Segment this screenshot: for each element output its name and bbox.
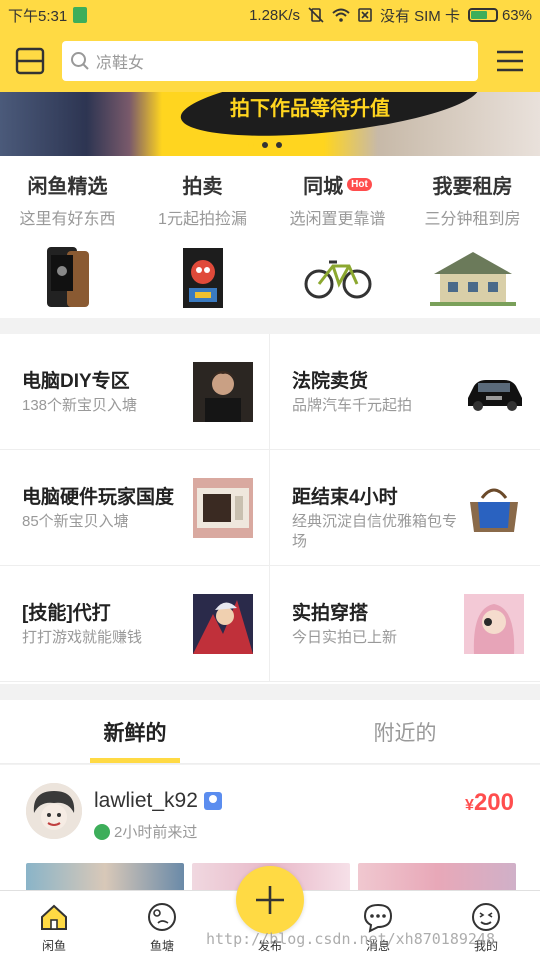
nav-label: 鱼塘 (149, 939, 174, 953)
watermark: http://blog.csdn.net/xh870189248 (206, 930, 495, 948)
price: ¥200 (465, 789, 514, 817)
top-bar: 凉鞋女 (0, 30, 540, 92)
painting-image (158, 243, 248, 313)
feature-subtitle: 选闲置更靠谱 (289, 211, 386, 228)
handbag-image (470, 488, 518, 532)
pond-card[interactable]: 法院卖货 品牌汽车千元起拍 (270, 334, 540, 450)
pond-title: 电脑DIY专区 (22, 371, 130, 392)
search-input[interactable]: 凉鞋女 (62, 41, 478, 81)
carousel-indicator (248, 142, 282, 148)
scan-button[interactable] (12, 43, 48, 79)
feature-title: 我要租房 (432, 176, 513, 198)
pond-card[interactable]: 距结束4小时 经典沉淀自信优雅箱包专场 (270, 450, 540, 566)
nav-profile[interactable]: 我的 (432, 891, 540, 960)
banner-carousel[interactable]: 拍下作品等待升值 (0, 92, 540, 156)
no-sim-icon (358, 8, 372, 22)
pond-subtitle: 85个新宝贝入塘 (22, 513, 129, 530)
status-right: 1.28K/s 没有 SIM 卡 63% (249, 5, 532, 26)
nav-home[interactable]: 闲鱼 (0, 891, 108, 960)
nav-pond[interactable]: 鱼塘 (108, 891, 216, 960)
feature-title: 同城 (303, 176, 344, 198)
menu-button[interactable] (492, 43, 528, 79)
feature-row: 闲鱼精选 这里有好东西 拍卖 1元起拍捡漏 同城 Hot 选闲置更靠谱 我要租房 … (0, 156, 540, 318)
wifi-icon (332, 8, 350, 22)
car-image (468, 380, 522, 411)
arrow-up-icon (94, 823, 110, 840)
pond-card[interactable]: 实拍穿搭 今日实拍已上新 (270, 566, 540, 682)
tab-nearby[interactable]: 附近的 (270, 700, 540, 763)
price-value: 200 (473, 789, 514, 816)
username[interactable]: lawliet_k92 (94, 789, 222, 813)
pond-subtitle: 打打游戏就能赚钱 (22, 629, 143, 646)
carousel-dot (248, 142, 254, 148)
pond-title: 法院卖货 (292, 371, 369, 392)
vibrate-off-icon (308, 7, 324, 23)
username-text: lawliet_k92 (94, 789, 198, 812)
phone-image (23, 243, 113, 313)
nav-message[interactable]: 消息 (324, 891, 432, 960)
pond-subtitle: 今日实拍已上新 (292, 629, 398, 646)
feature-xianyu-selection[interactable]: 闲鱼精选 这里有好东西 (0, 156, 135, 318)
message-icon (363, 903, 393, 933)
carrier-text: 没有 SIM 卡 (379, 7, 460, 25)
last-active-text: 2小时前来过 (114, 824, 198, 841)
feature-title: 拍卖 (182, 176, 223, 198)
feature-same-city[interactable]: 同城 Hot 选闲置更靠谱 (270, 156, 405, 318)
last-active: 2小时前来过 (94, 821, 197, 842)
feature-subtitle: 三分钟租到房 (424, 211, 521, 228)
girl-photo (464, 594, 524, 654)
carousel-dot (276, 142, 282, 148)
pond-icon (148, 903, 176, 931)
pond-subtitle: 138个新宝贝入塘 (22, 397, 138, 414)
game-art (193, 594, 253, 654)
pond-title: 电脑硬件玩家国度 (22, 487, 175, 508)
sim-notification-icon (73, 7, 88, 23)
tab-fresh[interactable]: 新鲜的 (0, 700, 270, 763)
pond-card[interactable]: 电脑硬件玩家国度 85个新宝贝入塘 (0, 450, 270, 566)
search-icon (71, 52, 89, 70)
person-photo (193, 362, 253, 422)
feed-tabs: 新鲜的 附近的 (0, 700, 540, 764)
publish-button[interactable] (236, 866, 304, 934)
verified-icon (203, 792, 222, 810)
search-placeholder: 凉鞋女 (96, 55, 145, 72)
house-image (428, 243, 518, 313)
hot-badge: Hot (347, 178, 372, 191)
pond-card[interactable]: 电脑DIY专区 138个新宝贝入塘 (0, 334, 270, 450)
pond-subtitle: 品牌汽车千元起拍 (292, 397, 413, 414)
pond-title: 距结束4小时 (292, 487, 398, 508)
battery: 63% (467, 6, 532, 24)
profile-icon (472, 903, 500, 931)
item-photo[interactable] (26, 863, 184, 893)
carousel-dot (262, 142, 268, 148)
banner-slogan: 拍下作品等待升值 (230, 98, 390, 120)
bicycle-image (293, 243, 383, 313)
home-icon (41, 904, 67, 930)
feature-auction[interactable]: 拍卖 1元起拍捡漏 (135, 156, 270, 318)
hardware-photo (193, 478, 253, 538)
battery-percent: 63% (501, 6, 532, 24)
status-time: 下午5:31 (8, 7, 68, 25)
pond-title: 实拍穿搭 (292, 603, 369, 624)
pond-grid: 电脑DIY专区 138个新宝贝入塘 法院卖货 品牌汽车千元起拍 电脑硬件玩家国度… (0, 334, 540, 684)
pond-subtitle: 经典沉淀自信优雅箱包专场 (292, 513, 458, 550)
plus-icon (256, 886, 284, 914)
feature-subtitle: 这里有好东西 (19, 211, 116, 228)
status-bar: 下午5:31 1.28K/s 没有 SIM 卡 63% (0, 0, 540, 30)
feature-subtitle: 1元起拍捡漏 (158, 211, 247, 228)
item-photo[interactable] (358, 863, 516, 893)
scan-icon (15, 47, 45, 75)
feature-rent-house[interactable]: 我要租房 三分钟租到房 (405, 156, 540, 318)
menu-icon (497, 50, 523, 72)
price-symbol: ¥ (465, 797, 474, 814)
pond-card[interactable]: [技能]代打 打打游戏就能赚钱 (0, 566, 270, 682)
feature-title: 闲鱼精选 (27, 176, 108, 198)
nav-label: 闲鱼 (41, 939, 66, 953)
battery-icon (467, 8, 498, 22)
avatar[interactable] (26, 783, 82, 839)
network-speed: 1.28K/s (249, 6, 300, 24)
pond-title: [技能]代打 (22, 603, 111, 624)
